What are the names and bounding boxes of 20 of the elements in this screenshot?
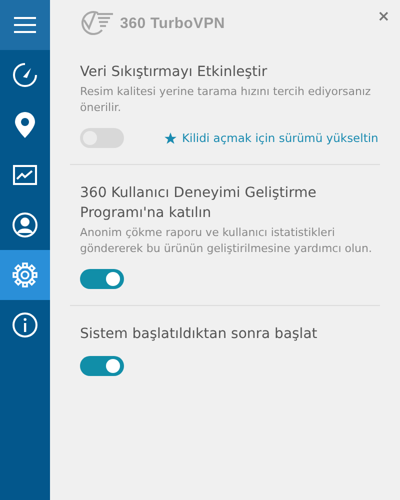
sidebar-item[interactable] [0,250,50,300]
close-button[interactable]: × [377,7,390,25]
logo-icon [80,10,114,36]
speedometer-icon [12,62,38,88]
location-pin-icon [14,111,36,139]
settings-icon [12,262,38,288]
line-chart-icon [13,165,37,185]
setting-description: Resim kalitesi yerine tarama hızını tercih ediyorsanız önerilir. [80,84,372,116]
toggle-switch[interactable] [80,269,124,289]
setting-title: 360 Kullanıcı Deneyimi Geliştirme Programı'na katılın [80,184,318,223]
toggle-switch[interactable] [80,356,124,376]
setting-description: Anonim çökme raporu ve kullanıcı istatistikleri göndererek bu ürünün geliştirilmesine yardımcı olun. [80,225,373,257]
info-icon [12,312,38,338]
sidebar-item[interactable] [0,0,50,50]
star-icon [164,132,177,144]
menu-icon [14,17,36,33]
setting-title: Sistem başlatıldıktan sonra başlat [80,325,318,344]
logo-text: 360 TurboVPN [120,14,226,32]
user-icon [12,212,38,238]
setting-title: Veri Sıkıştırmayı Etkinleştir [80,63,268,82]
